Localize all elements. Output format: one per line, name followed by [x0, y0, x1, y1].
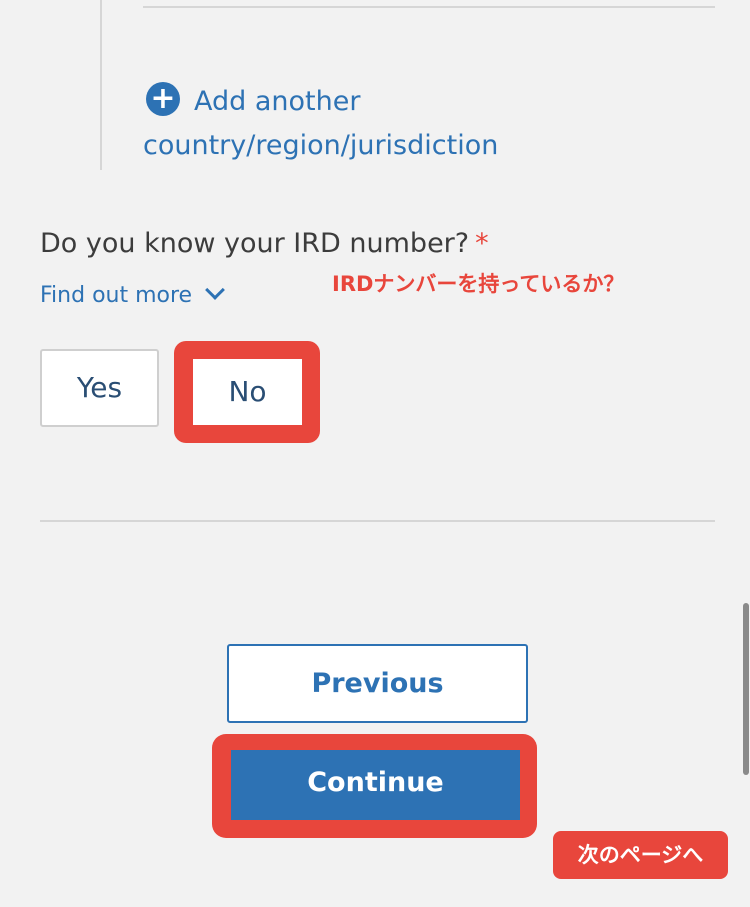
previous-button[interactable]: Previous	[227, 644, 528, 723]
question-label: Do you know your IRD number? *	[40, 224, 489, 264]
annotation-question-note: IRDナンバーを持っているか？	[332, 272, 625, 296]
find-out-more-link[interactable]: Find out more	[40, 280, 225, 312]
add-link-line1: Add another	[194, 86, 361, 117]
plus-circle-icon: +	[146, 82, 180, 116]
divider-middle	[40, 520, 715, 522]
scrollbar-thumb[interactable]	[743, 603, 749, 775]
question-text: Do you know your IRD number?	[40, 228, 470, 259]
yes-button[interactable]: Yes	[40, 349, 159, 427]
add-another-country-link[interactable]: + Add another country/region/jurisdiction	[143, 80, 703, 168]
no-button[interactable]: No	[193, 359, 302, 425]
find-out-more-label: Find out more	[40, 283, 193, 308]
required-mark: *	[475, 228, 489, 259]
nesting-line	[100, 0, 102, 170]
chevron-down-icon	[205, 280, 225, 300]
continue-button[interactable]: Continue	[231, 750, 520, 820]
add-link-line2: country/region/jurisdiction	[143, 130, 499, 161]
divider-top	[143, 6, 715, 8]
annotation-next-page-badge: 次のページへ	[553, 831, 728, 879]
